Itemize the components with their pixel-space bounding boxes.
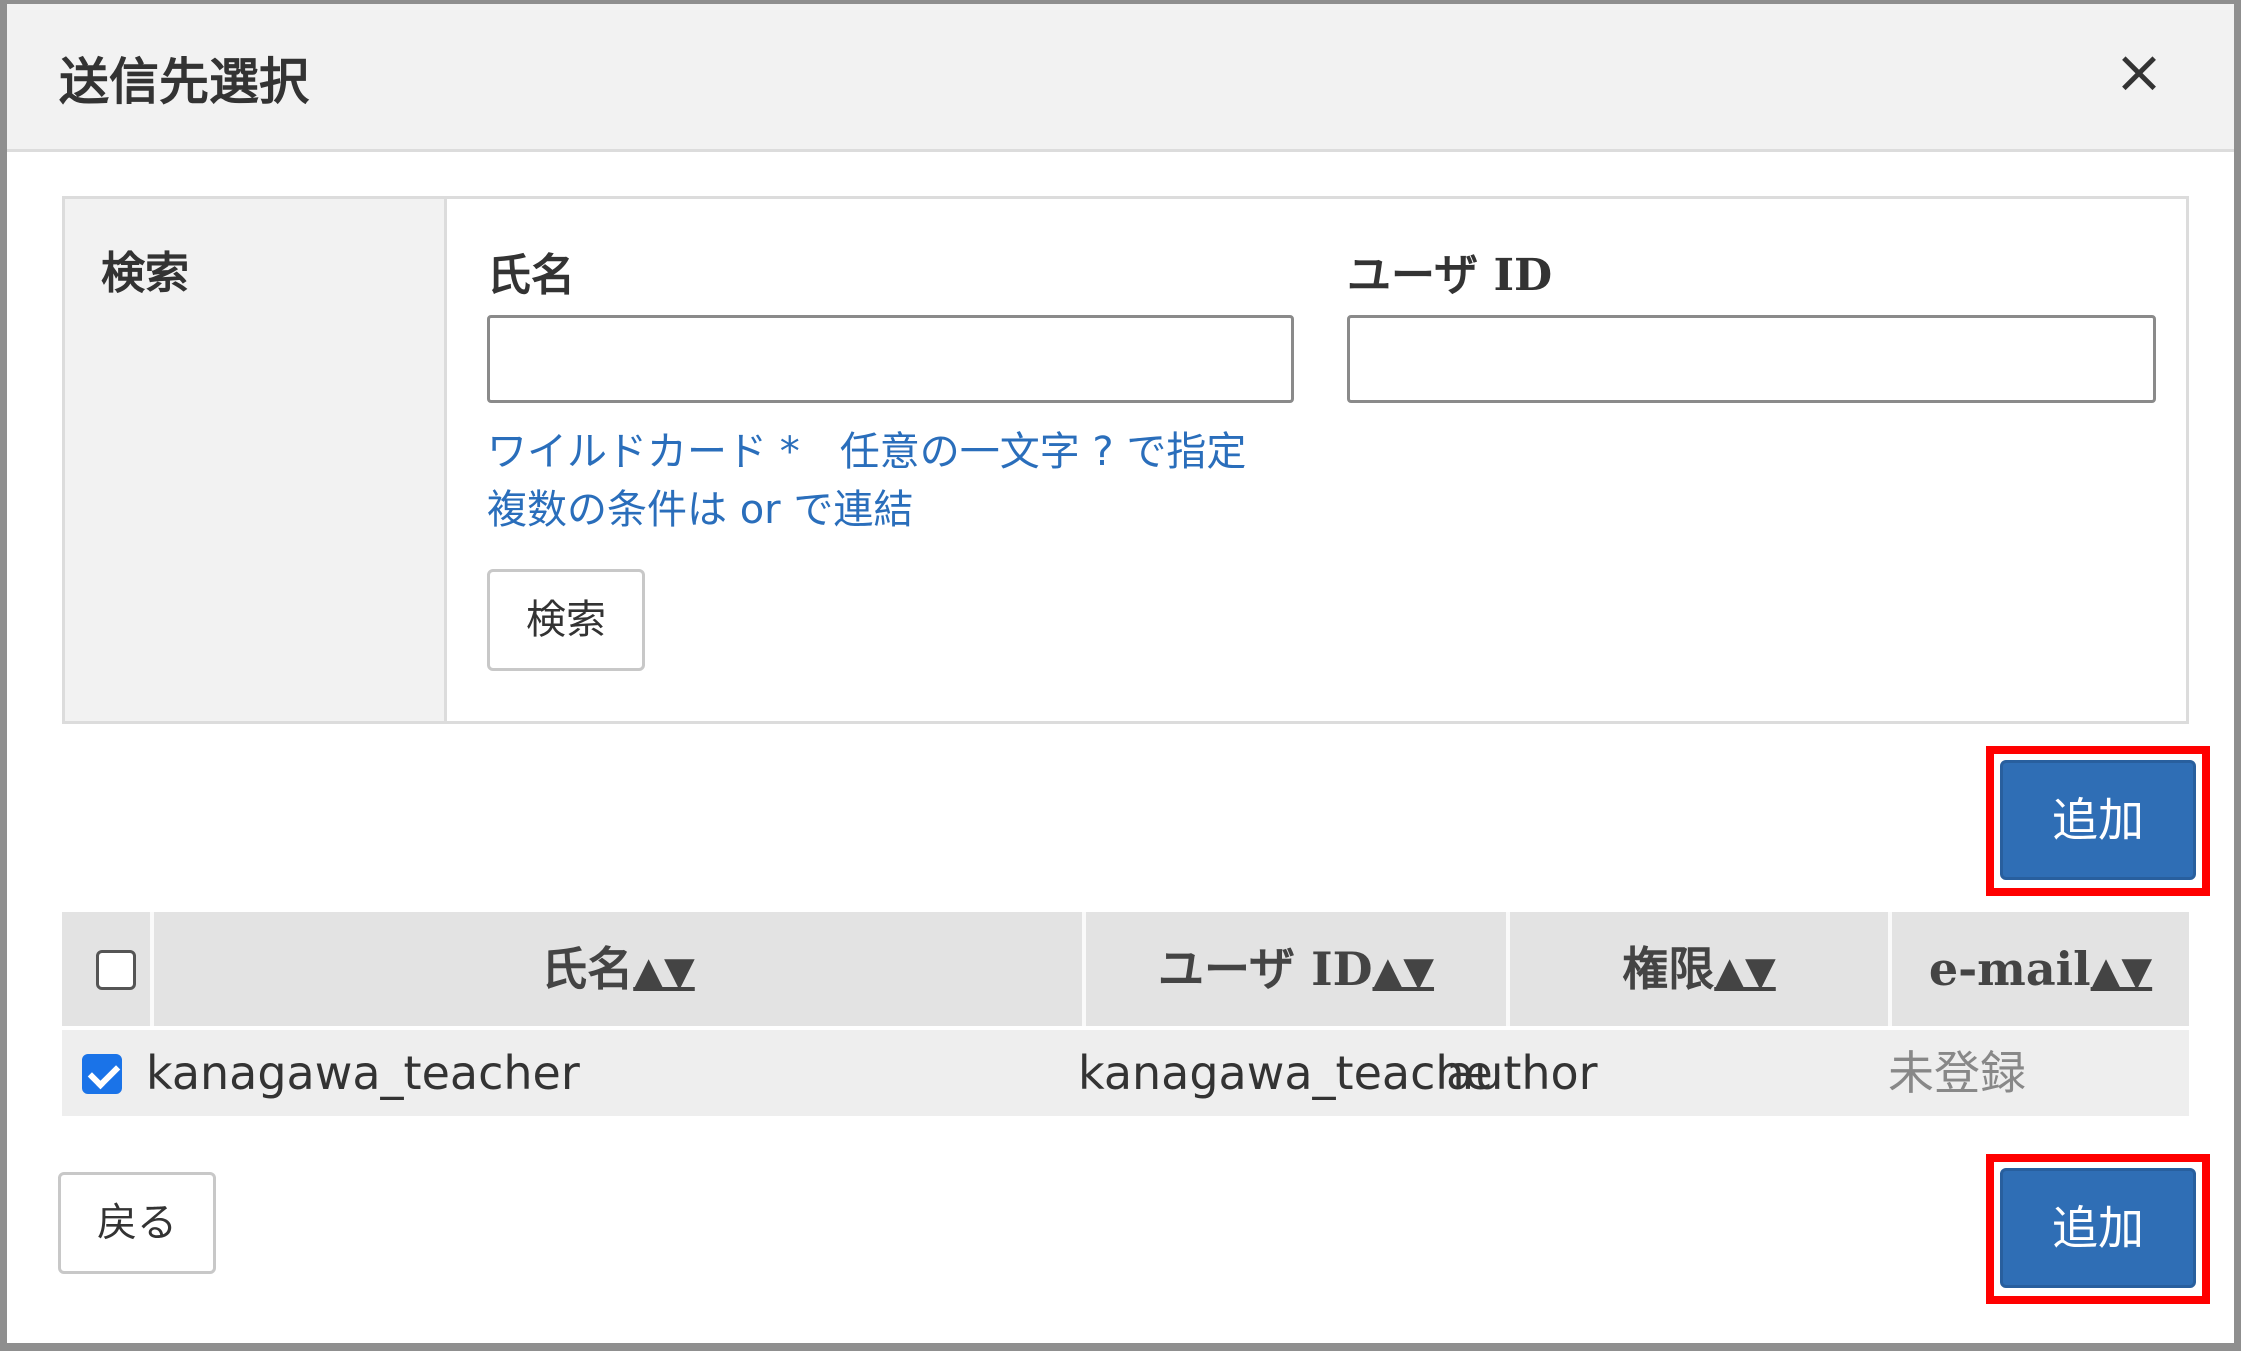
or-condition-hint: 複数の条件は or で連結 bbox=[487, 487, 914, 533]
dialog-header: 送信先選択 × bbox=[7, 4, 2234, 152]
cell-name: kanagawa_teacher bbox=[146, 1046, 580, 1100]
close-icon[interactable]: × bbox=[2109, 42, 2169, 102]
select-all-checkbox[interactable] bbox=[96, 950, 136, 990]
add-button-bottom[interactable]: 追加 bbox=[2000, 1168, 2196, 1288]
sort-name-icon[interactable]: ▲▼ bbox=[633, 949, 695, 995]
userid-field-label: ユーザ ID bbox=[1347, 250, 1553, 301]
header-email-label: e-mail bbox=[1928, 942, 2091, 996]
table-row[interactable]: kanagawa_teacher kanagawa_teache author … bbox=[62, 1030, 2189, 1116]
name-field-label: 氏名 bbox=[487, 250, 575, 301]
header-role-label: 権限 bbox=[1622, 942, 1715, 996]
search-button[interactable]: 検索 bbox=[487, 569, 645, 671]
search-section-label: 検索 bbox=[101, 248, 189, 299]
dialog-title: 送信先選択 bbox=[59, 53, 309, 111]
back-button[interactable]: 戻る bbox=[58, 1172, 216, 1274]
header-userid-label: ユーザ ID bbox=[1157, 942, 1373, 996]
search-side-panel: 検索 bbox=[65, 199, 447, 721]
sort-role-icon[interactable]: ▲▼ bbox=[1714, 949, 1776, 995]
sort-email-icon[interactable]: ▲▼ bbox=[2091, 949, 2153, 995]
add-button-top[interactable]: 追加 bbox=[2000, 760, 2196, 880]
recipient-select-dialog: 送信先選択 × 検索 氏名 ユーザ ID ワイルドカード * 任意の一文字 ? … bbox=[7, 4, 2234, 1343]
wildcard-hint: ワイルドカード * 任意の一文字 ? で指定 bbox=[487, 429, 1247, 475]
search-panel: 検索 氏名 ユーザ ID ワイルドカード * 任意の一文字 ? で指定 複数の条… bbox=[62, 196, 2189, 724]
userid-input[interactable] bbox=[1347, 315, 2156, 403]
row-checkbox[interactable] bbox=[82, 1054, 122, 1094]
sort-userid-icon[interactable]: ▲▼ bbox=[1372, 949, 1434, 995]
header-name[interactable]: 氏名▲▼ bbox=[150, 912, 1082, 1026]
cell-role: author bbox=[1446, 1046, 1598, 1100]
header-name-label: 氏名 bbox=[541, 942, 634, 996]
header-email[interactable]: e-mail▲▼ bbox=[1888, 912, 2189, 1026]
table-header: 氏名▲▼ ユーザ ID▲▼ 権限▲▼ e-mail▲▼ bbox=[62, 912, 2189, 1026]
cell-userid: kanagawa_teache bbox=[1078, 1046, 1493, 1100]
cell-email: 未登録 bbox=[1888, 1046, 2026, 1100]
header-role[interactable]: 権限▲▼ bbox=[1506, 912, 1888, 1026]
name-input[interactable] bbox=[487, 315, 1294, 403]
header-userid[interactable]: ユーザ ID▲▼ bbox=[1082, 912, 1506, 1026]
